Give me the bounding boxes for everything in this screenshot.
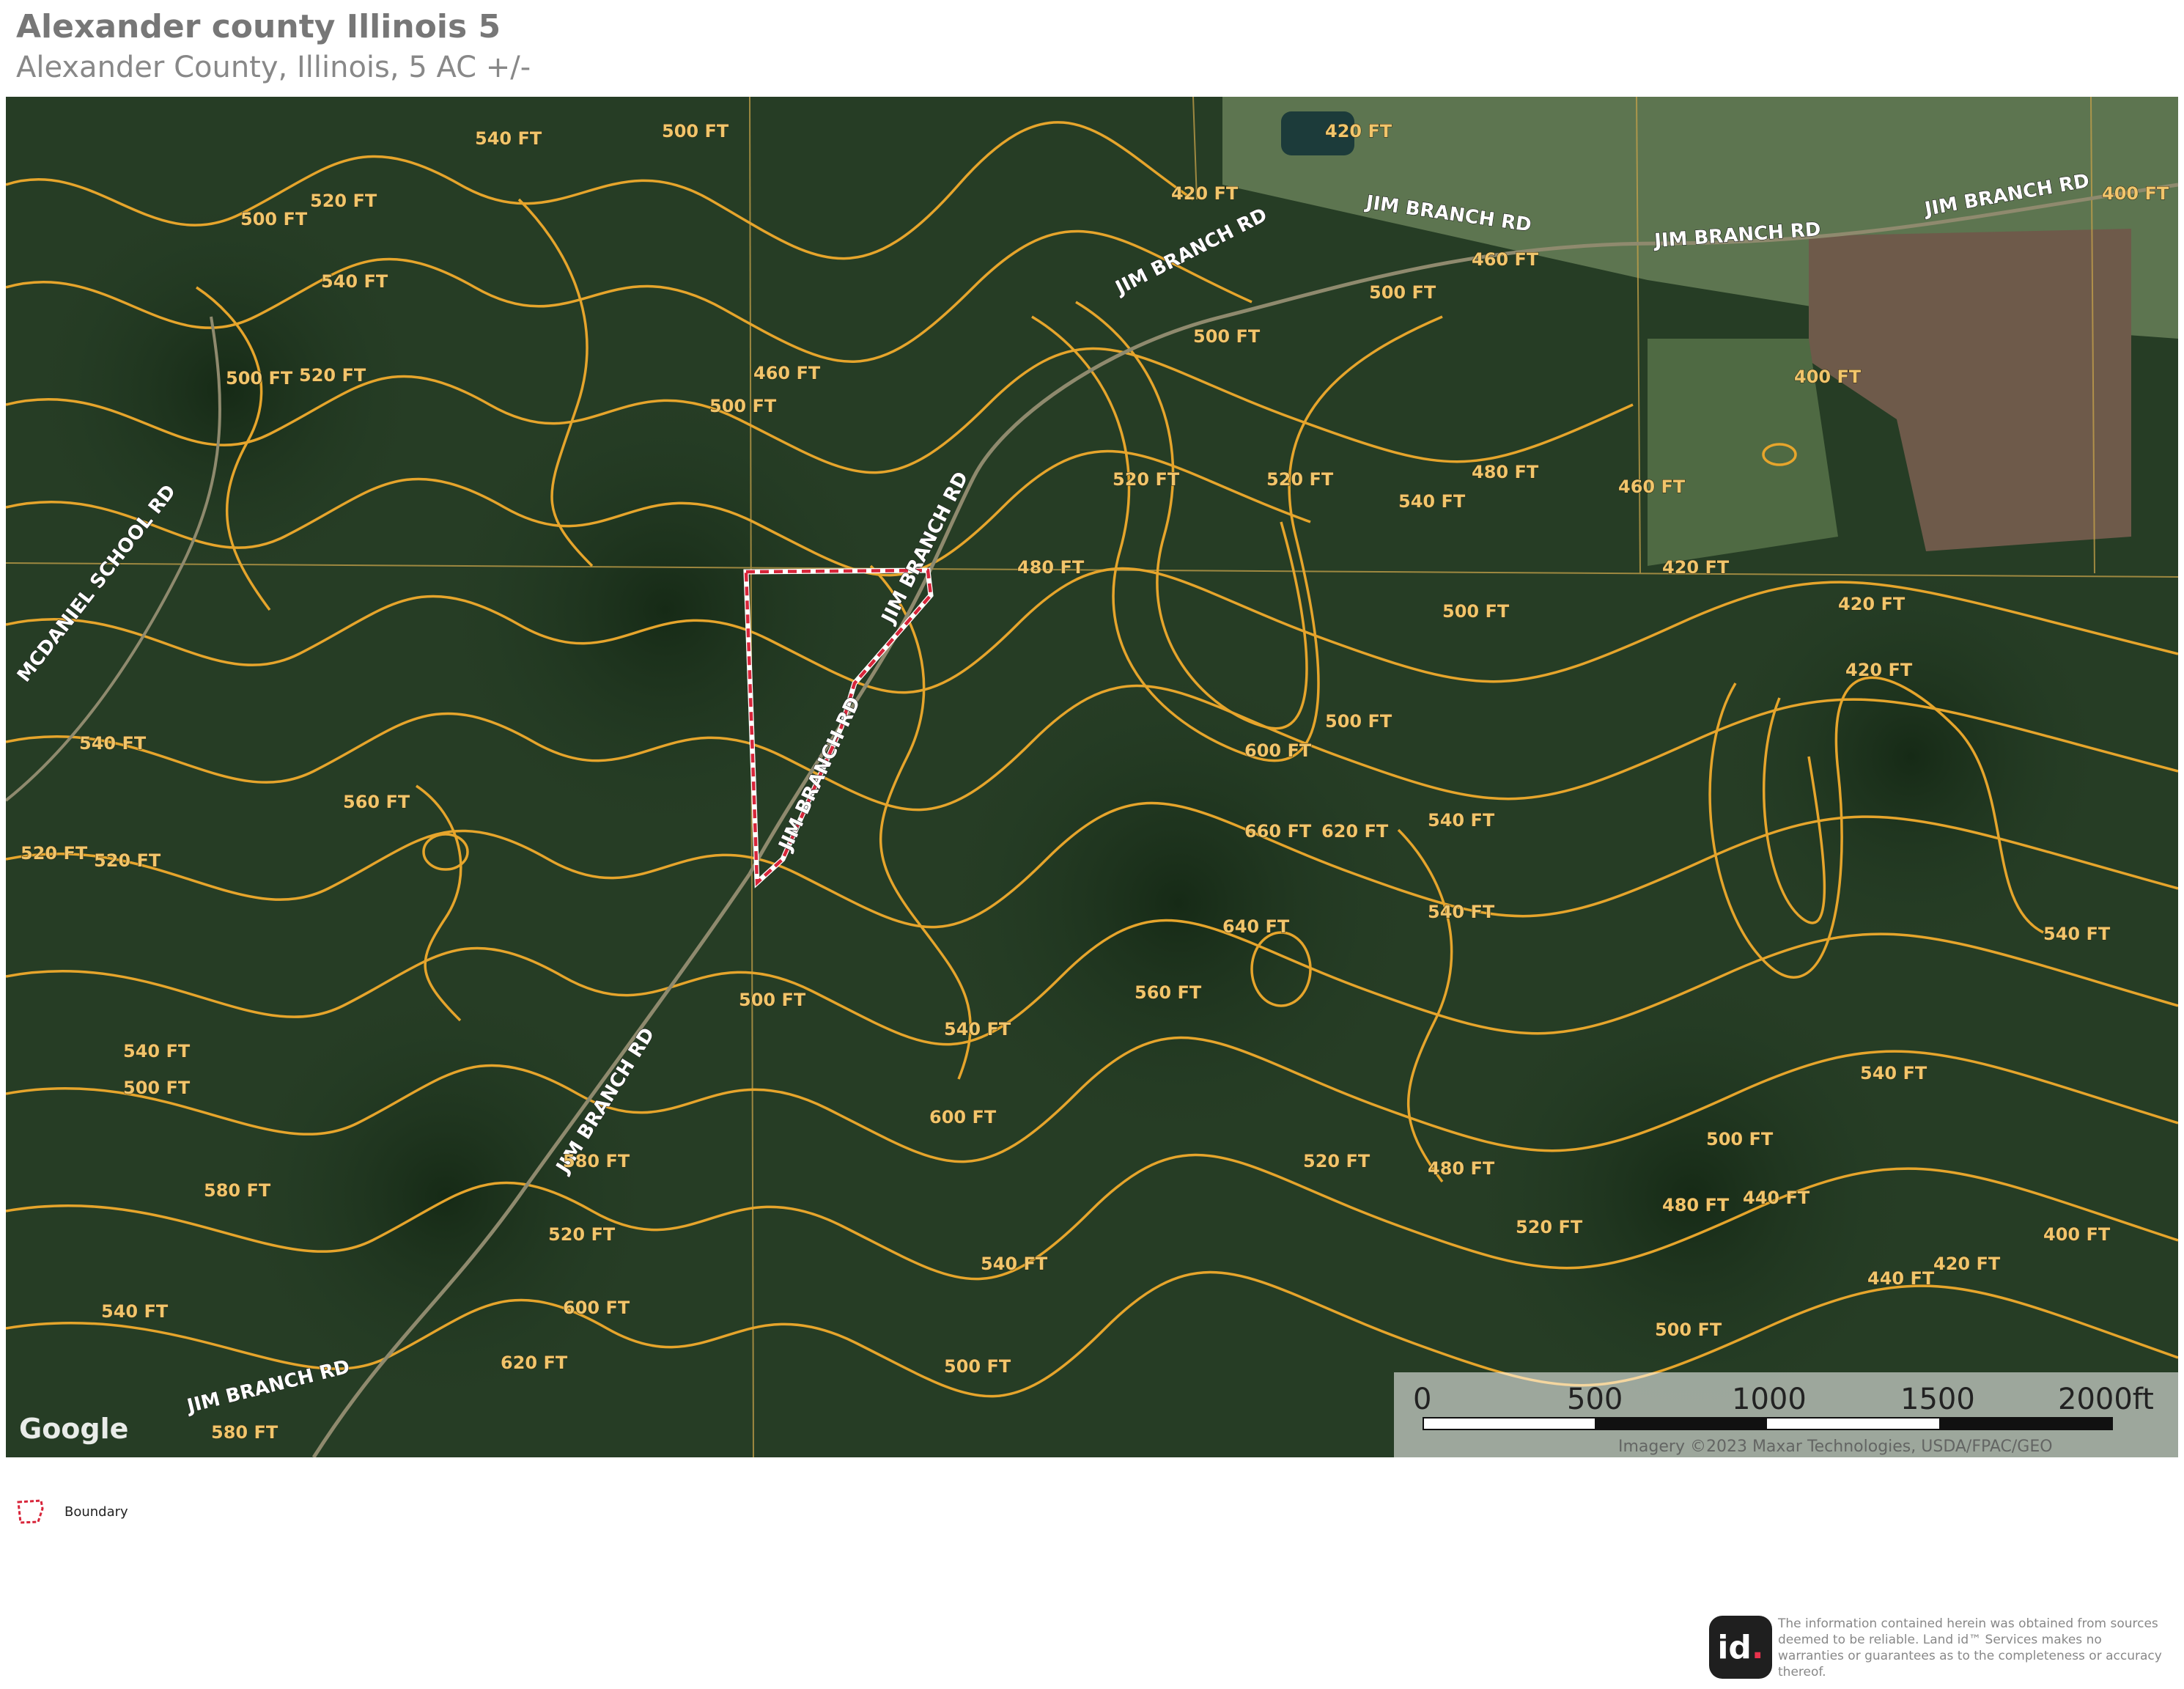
contour-label: 480 FT (1428, 1158, 1495, 1179)
contour-label: 400 FT (2043, 1224, 2111, 1245)
contour-label: 500 FT (1706, 1129, 1774, 1149)
logo-dot: . (1751, 1628, 1764, 1666)
contour-label: 440 FT (1867, 1268, 1935, 1289)
contour-label: 420 FT (1171, 183, 1239, 204)
land-id-logo: id. (1709, 1616, 1772, 1679)
logo-text: id (1717, 1628, 1752, 1666)
contour-label: 520 FT (1516, 1217, 1583, 1237)
contour-label: 520 FT (310, 191, 377, 211)
contour-label: 580 FT (211, 1422, 278, 1443)
contour-label: 540 FT (1428, 902, 1495, 922)
contour-label: 420 FT (1662, 557, 1730, 578)
contour-label: 420 FT (1325, 121, 1392, 141)
contour-label: 500 FT (226, 368, 293, 389)
contour-label: 420 FT (1933, 1254, 2001, 1274)
scale-label: 1500 (1900, 1383, 1975, 1416)
contour-label: 460 FT (1472, 249, 1539, 270)
contour-label: 520 FT (1303, 1151, 1370, 1171)
contour-label: 540 FT (123, 1041, 191, 1061)
contour-label: 540 FT (321, 271, 388, 292)
imagery-attribution: Imagery ©2023 Maxar Technologies, USDA/F… (1618, 1438, 2053, 1456)
contour-label: 540 FT (475, 128, 542, 149)
contour-label: 480 FT (1017, 557, 1085, 578)
header: Alexander county Illinois 5 Alexander Co… (16, 6, 531, 87)
contour-label: 520 FT (1266, 469, 1334, 490)
contour-label: 500 FT (240, 209, 308, 229)
contour-label: 480 FT (1472, 462, 1539, 482)
map-view[interactable]: MCDANIEL SCHOOL RD JIM BRANCH RD JIM BRA… (6, 97, 2178, 1457)
contour-label: 500 FT (1325, 711, 1392, 732)
contour-label: 540 FT (981, 1254, 1048, 1274)
contour-label: 620 FT (501, 1353, 568, 1373)
google-wordmark: Google (19, 1413, 128, 1445)
contour-label: 540 FT (1428, 810, 1495, 831)
contour-label: 540 FT (2043, 924, 2111, 944)
scale-bar: 0 500 1000 1500 2000ft Imagery ©2023 Max… (1394, 1372, 2178, 1457)
contour-label: 600 FT (1244, 740, 1312, 761)
contour-label: 580 FT (204, 1180, 271, 1201)
map-canvas[interactable]: MCDANIEL SCHOOL RD JIM BRANCH RD JIM BRA… (6, 97, 2178, 1457)
scale-label: 2000ft (2058, 1383, 2154, 1416)
contour-label: 540 FT (944, 1019, 1011, 1039)
contour-label: 500 FT (1442, 601, 1510, 622)
contour-label: 540 FT (79, 733, 147, 754)
contour-label: 600 FT (929, 1107, 997, 1127)
contour-label: 520 FT (1113, 469, 1180, 490)
disclaimer-text: The information contained herein was obt… (1778, 1616, 2162, 1679)
contour-label: 500 FT (709, 396, 777, 416)
page-title: Alexander county Illinois 5 (16, 8, 501, 45)
contour-label: 520 FT (94, 850, 161, 871)
contour-label: 520 FT (548, 1224, 616, 1245)
contour-label: 460 FT (753, 363, 821, 383)
contour-label: 520 FT (21, 843, 88, 864)
contour-label: 660 FT (1244, 821, 1312, 842)
contour-label: 500 FT (662, 121, 729, 141)
contour-label: 540 FT (1398, 491, 1466, 512)
contour-label: 420 FT (1845, 660, 1913, 680)
contour-label: 580 FT (563, 1151, 630, 1171)
contour-label: 560 FT (343, 792, 410, 812)
contour-label: 500 FT (739, 990, 806, 1010)
contour-label: 600 FT (563, 1298, 630, 1318)
contour-label: 420 FT (1838, 594, 1906, 614)
contour-label: 460 FT (1618, 476, 1686, 497)
contour-label: 540 FT (1860, 1063, 1927, 1083)
scale-label: 500 (1567, 1383, 1623, 1416)
contour-label: 400 FT (1794, 367, 1862, 387)
scale-label: 1000 (1732, 1383, 1807, 1416)
contour-label: 640 FT (1222, 916, 1290, 937)
page-subtitle: Alexander County, Illinois, 5 AC +/- (16, 51, 531, 84)
contour-label: 440 FT (1743, 1188, 1810, 1208)
scale-label: 0 (1413, 1383, 1431, 1416)
boundary-polygon-icon (17, 1499, 44, 1524)
contour-label: 620 FT (1321, 821, 1389, 842)
contour-label: 480 FT (1662, 1195, 1730, 1215)
contour-label: 500 FT (1655, 1320, 1722, 1340)
contour-label: 500 FT (944, 1356, 1011, 1377)
legend-label-boundary: Boundary (64, 1504, 128, 1520)
footer: id. The information contained herein was… (1709, 1616, 2166, 1680)
contour-label: 500 FT (1193, 326, 1261, 347)
contour-label: 520 FT (299, 365, 366, 386)
contour-label: 560 FT (1135, 982, 1202, 1003)
contour-label: 540 FT (101, 1301, 169, 1322)
map-legend: Boundary (16, 1498, 128, 1525)
contour-label: 500 FT (123, 1078, 191, 1098)
contour-label: 500 FT (1369, 282, 1436, 303)
contour-label: 400 FT (2102, 183, 2169, 204)
